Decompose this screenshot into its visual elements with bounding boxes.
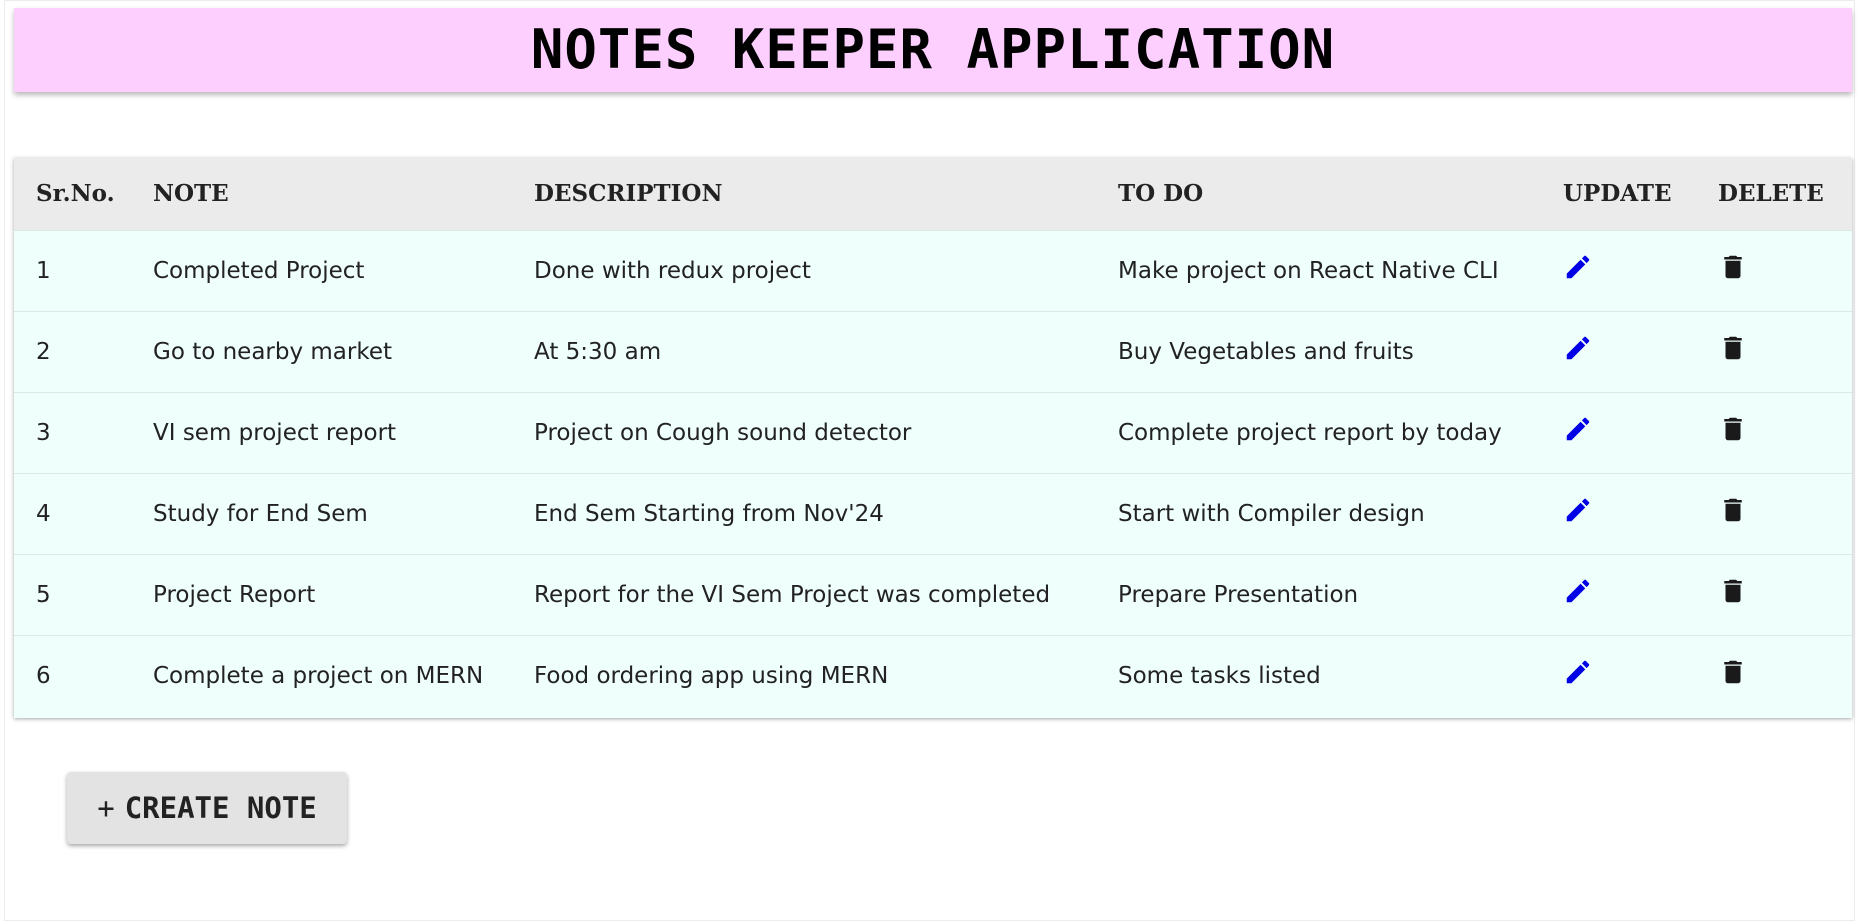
cell-description: Food ordering app using MERN bbox=[534, 662, 889, 689]
cell-todo: Make project on React Native CLI bbox=[1118, 257, 1499, 284]
cell-note: VI sem project report bbox=[153, 419, 397, 446]
trash-icon[interactable] bbox=[1718, 414, 1748, 444]
cell-todo: Buy Vegetables and fruits bbox=[1118, 338, 1414, 365]
cell-delete bbox=[1696, 554, 1852, 635]
notes-table-card: Sr.No. NOTE DESCRIPTION TO DO UPDATE DEL… bbox=[14, 158, 1852, 718]
cell-srno: 3 bbox=[36, 419, 51, 446]
table-row: 5 Project Report Report for the VI Sem Pro… bbox=[14, 554, 1852, 635]
cell-note: Complete a project on MERN bbox=[153, 662, 484, 689]
cell-note: Go to nearby market bbox=[153, 338, 393, 365]
table-row: 3 VI sem project report Project on Cough s… bbox=[14, 392, 1852, 473]
cell-update bbox=[1541, 473, 1696, 554]
table-row: 4 Study for End Sem End Sem Starting from … bbox=[14, 473, 1852, 554]
table-row: 6 Complete a project on MERN Food ordering… bbox=[14, 635, 1852, 716]
cell-todo: Start with Compiler design bbox=[1118, 500, 1425, 527]
cell-delete bbox=[1696, 311, 1852, 392]
cell-description: At 5:30 am bbox=[534, 338, 662, 365]
cell-todo: Complete project report by today bbox=[1118, 419, 1502, 446]
column-header-srno: Sr.No. bbox=[36, 180, 115, 208]
cell-note: Project Report bbox=[153, 581, 316, 608]
notes-table-body: 1 Completed Project Done with redux projec… bbox=[14, 230, 1852, 716]
cell-todo: Some tasks listed bbox=[1118, 662, 1321, 689]
cell-description: Done with redux project bbox=[534, 257, 811, 284]
pencil-icon[interactable] bbox=[1563, 414, 1593, 444]
column-header-note: NOTE bbox=[153, 180, 229, 208]
cell-note: Study for End Sem bbox=[153, 500, 368, 527]
app-title: NOTES KEEPER APPLICATION bbox=[530, 18, 1336, 81]
cell-delete bbox=[1696, 230, 1852, 311]
pencil-icon[interactable] bbox=[1563, 495, 1593, 525]
table-row: 1 Completed Project Done with redux projec… bbox=[14, 230, 1852, 311]
column-header-description: DESCRIPTION bbox=[534, 180, 723, 208]
cell-description: Report for the VI Sem Project was comple… bbox=[534, 581, 1051, 608]
cell-srno: 6 bbox=[36, 662, 51, 689]
create-note-label: CREATE NOTE bbox=[124, 791, 317, 825]
cell-srno: 1 bbox=[36, 257, 51, 284]
pencil-icon[interactable] bbox=[1563, 333, 1593, 363]
cell-note: Completed Project bbox=[153, 257, 365, 284]
plus-icon: + bbox=[97, 791, 115, 825]
app-header: NOTES KEEPER APPLICATION bbox=[14, 8, 1852, 92]
table-row: 2 Go to nearby market At 5:30 am Buy Vegeta… bbox=[14, 311, 1852, 392]
cell-srno: 4 bbox=[36, 500, 51, 527]
cell-update bbox=[1541, 554, 1696, 635]
cell-update bbox=[1541, 635, 1696, 716]
table-header-row: Sr.No. NOTE DESCRIPTION TO DO UPDATE DEL… bbox=[14, 158, 1852, 230]
trash-icon[interactable] bbox=[1718, 657, 1748, 687]
cell-description: Project on Cough sound detector bbox=[534, 419, 912, 446]
create-note-button[interactable]: + CREATE NOTE bbox=[67, 772, 347, 844]
cell-delete bbox=[1696, 635, 1852, 716]
cell-update bbox=[1541, 392, 1696, 473]
pencil-icon[interactable] bbox=[1563, 576, 1593, 606]
notes-table: Sr.No. NOTE DESCRIPTION TO DO UPDATE DEL… bbox=[14, 158, 1852, 716]
cell-description: End Sem Starting from Nov'24 bbox=[534, 500, 884, 527]
cell-delete bbox=[1696, 392, 1852, 473]
pencil-icon[interactable] bbox=[1563, 252, 1593, 282]
column-header-update: UPDATE bbox=[1563, 180, 1672, 208]
cell-delete bbox=[1696, 473, 1852, 554]
pencil-icon[interactable] bbox=[1563, 657, 1593, 687]
cell-update bbox=[1541, 311, 1696, 392]
column-header-todo: TO DO bbox=[1118, 180, 1204, 208]
trash-icon[interactable] bbox=[1718, 576, 1748, 606]
trash-icon[interactable] bbox=[1718, 495, 1748, 525]
trash-icon[interactable] bbox=[1718, 252, 1748, 282]
cell-srno: 2 bbox=[36, 338, 51, 365]
trash-icon[interactable] bbox=[1718, 333, 1748, 363]
cell-todo: Prepare Presentation bbox=[1118, 581, 1359, 608]
cell-srno: 5 bbox=[36, 581, 51, 608]
column-header-delete: DELETE bbox=[1718, 180, 1824, 208]
cell-update bbox=[1541, 230, 1696, 311]
